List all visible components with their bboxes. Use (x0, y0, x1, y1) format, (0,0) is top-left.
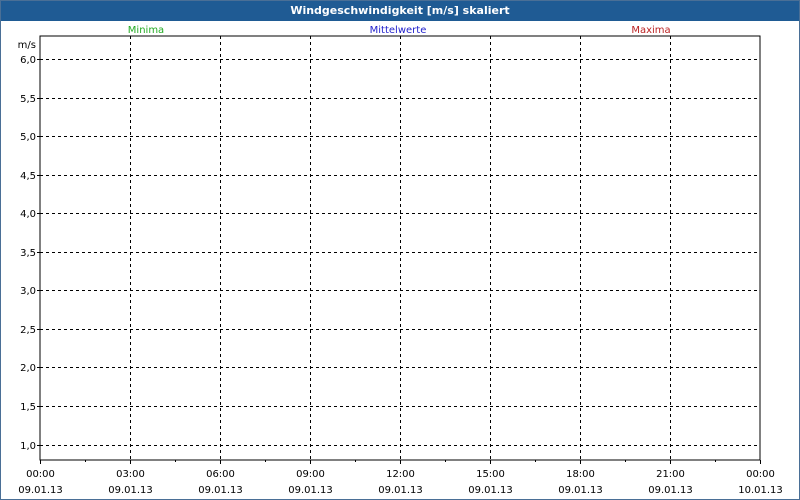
x-tick-date-label: 09.01.13 (198, 485, 243, 496)
x-tick-time-label: 18:00 (566, 469, 595, 480)
x-tick-time-label: 06:00 (206, 469, 235, 480)
x-tick-time-label: 15:00 (476, 469, 505, 480)
y-tick-label: 6,0 (20, 55, 36, 66)
y-tick-label: 5,0 (20, 132, 36, 143)
x-tick-time-label: 12:00 (386, 469, 415, 480)
y-axis-label: m/s (18, 40, 36, 51)
y-tick-label: 4,0 (20, 209, 36, 220)
y-tick-label: 3,5 (20, 248, 36, 259)
y-tick-label: 2,5 (20, 325, 36, 336)
x-tick-date-label: 09.01.13 (468, 485, 513, 496)
chart-plot: 1,0 1,5 2,0 2,5 3,0 3,5 4,0 4,5 5,0 5,5 6,0 m/s 00:0… (18, 35, 783, 496)
x-tick-time-label: 21:00 (656, 469, 685, 480)
x-tick-date-label: 10.01.13 (738, 485, 783, 496)
x-tick-date-label: 09.01.13 (18, 485, 63, 496)
y-tick-label: 3,0 (20, 286, 36, 297)
x-tick-date-label: 09.01.13 (378, 485, 423, 496)
y-tick-label: 1,0 (20, 441, 36, 452)
y-tick-label: 4,5 (20, 171, 36, 182)
y-tick-label: 5,5 (20, 94, 36, 105)
y-tick-label: 1,5 (20, 402, 36, 413)
x-tick-date-label: 09.01.13 (648, 485, 693, 496)
x-tick-time-label: 09:00 (296, 469, 325, 480)
x-tick-date-label: 09.01.13 (288, 485, 333, 496)
x-tick-date-label: 09.01.13 (558, 485, 603, 496)
y-tick-label: 2,0 (20, 363, 36, 374)
x-tick-date-label: 09.01.13 (108, 485, 153, 496)
x-tick-time-label: 00:00 (746, 469, 775, 480)
x-tick-time-label: 03:00 (116, 469, 145, 480)
x-tick-time-label: 00:00 (26, 469, 55, 480)
